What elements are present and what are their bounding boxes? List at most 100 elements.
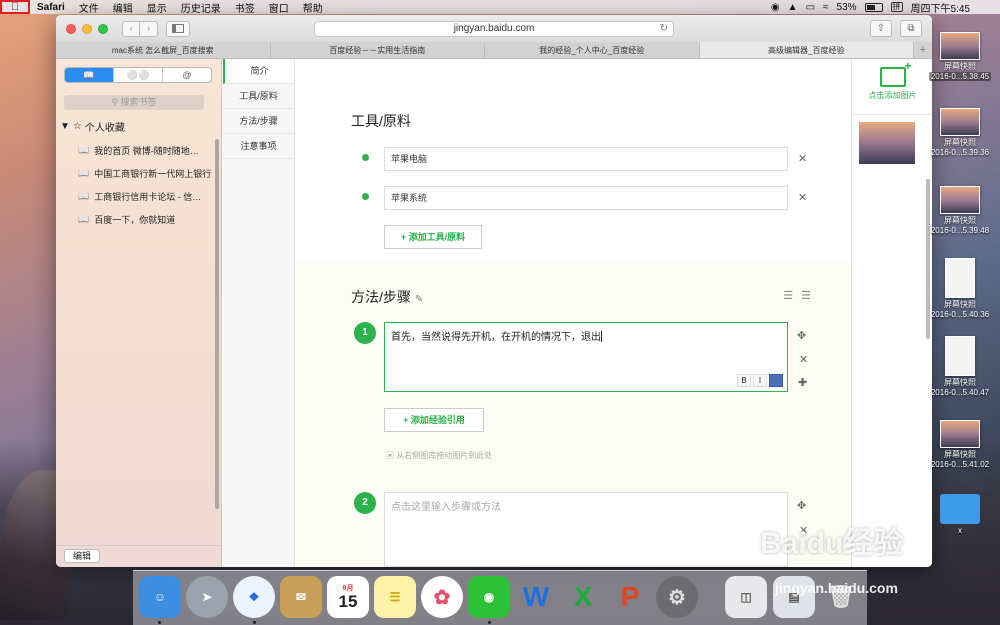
- format-toolbar: B I: [737, 374, 783, 387]
- tool-input[interactable]: 苹果电脑: [384, 147, 788, 171]
- italic-button[interactable]: I: [753, 374, 767, 387]
- powerpoint-icon[interactable]: P: [609, 576, 651, 618]
- desktop-screenshot-file[interactable]: 屏幕快照 2016-0...5.41.02: [928, 420, 992, 470]
- safari-icon[interactable]: ❖: [233, 576, 275, 618]
- image-library-pane: 点击添加图片: [851, 59, 932, 567]
- add-reference-button[interactable]: + 添加经验引用: [384, 408, 484, 432]
- nav-steps[interactable]: 方法/步骤: [223, 109, 294, 134]
- step-text-area[interactable]: 首先，当然说得先开机，在开机的情况下，退出 B I: [384, 322, 788, 392]
- notes-icon[interactable]: ☰: [374, 576, 416, 618]
- menu-bookmarks[interactable]: 书签: [228, 0, 262, 15]
- file-name: 屏幕快照: [944, 300, 976, 309]
- bookmark-label: 百度一下，你就知道: [94, 215, 176, 225]
- desktop-screenshot-file[interactable]: 屏幕快照 2016-0...5.39.36: [928, 108, 992, 158]
- clock[interactable]: 周四下午5:45: [911, 0, 970, 15]
- airplay-icon[interactable]: ▭: [806, 2, 815, 13]
- toggle-sidebar-button[interactable]: [166, 20, 190, 37]
- pencil-icon[interactable]: ✎: [415, 294, 423, 305]
- remove-tool-icon[interactable]: ✕: [798, 152, 807, 165]
- wechat-status-icon[interactable]: ◉: [771, 2, 780, 13]
- tab-advanced-editor[interactable]: 高级编辑器_百度经验: [699, 42, 914, 58]
- edit-bookmarks-button[interactable]: 编辑: [64, 549, 100, 563]
- mail-icon[interactable]: ✉: [280, 576, 322, 618]
- tab-jingyan-home[interactable]: 百度经验－－实用生活指南: [271, 42, 485, 58]
- add-image-button[interactable]: 点击添加图片: [852, 59, 932, 115]
- back-button[interactable]: ‹: [122, 20, 140, 37]
- nav-tools[interactable]: 工具/原料: [223, 84, 294, 109]
- nav-intro[interactable]: 简介: [223, 59, 294, 84]
- menu-edit[interactable]: 编辑: [106, 0, 140, 15]
- bookmark-item[interactable]: 📖 工商银行信用卡论坛 - 信…: [78, 190, 221, 203]
- desktop-screenshot-file[interactable]: 屏幕快照 2016-0...5.40.47: [928, 336, 992, 398]
- tool-bullet: [362, 193, 369, 200]
- close-window-button[interactable]: [66, 23, 76, 34]
- bookmarks-tab[interactable]: 📖: [65, 68, 114, 82]
- calendar-icon[interactable]: 9月 15: [327, 576, 369, 618]
- sidebar-icon: [172, 24, 184, 33]
- address-bar[interactable]: jingyan.baidu.com ↻: [314, 21, 674, 37]
- tab-my-experience[interactable]: 我的经验_个人中心_百度经验: [485, 42, 700, 58]
- excel-icon[interactable]: X: [562, 576, 604, 618]
- photos-icon[interactable]: ✿: [421, 576, 463, 618]
- menu-app-name[interactable]: Safari: [30, 2, 72, 13]
- menu-help[interactable]: 帮助: [296, 0, 330, 15]
- menu-window[interactable]: 窗口: [262, 0, 296, 15]
- menu-view[interactable]: 显示: [140, 0, 174, 15]
- bookmark-item[interactable]: 📖 中国工商银行新一代网上银行: [78, 167, 221, 180]
- reload-icon[interactable]: ↻: [660, 22, 668, 36]
- desktop-screenshot-file[interactable]: 屏幕快照 2016-0...5.39.48: [928, 186, 992, 236]
- input-method-icon[interactable]: 拼: [890, 2, 903, 12]
- steps-title-row: 方法/步骤 ✎: [351, 287, 423, 307]
- wechat-icon[interactable]: ◉: [468, 576, 510, 618]
- launchpad-icon[interactable]: ➤: [186, 576, 228, 618]
- finder-icon[interactable]: ☺: [139, 576, 181, 618]
- bold-button[interactable]: B: [737, 374, 751, 387]
- numbered-list-icon[interactable]: ☰: [783, 289, 793, 302]
- bookmark-item[interactable]: 📖 百度一下，你就知道: [78, 213, 221, 226]
- remove-tool-icon[interactable]: ✕: [798, 191, 807, 204]
- address-bar-url: jingyan.baidu.com: [453, 23, 535, 34]
- notification-icon[interactable]: ▲: [788, 2, 798, 13]
- reading-list-tab[interactable]: ⚪⚪: [114, 68, 163, 82]
- bookmark-item[interactable]: 📖 我的首页 微博-随时随地…: [78, 144, 221, 157]
- favorites-label: 个人收藏: [84, 123, 125, 134]
- shared-links-tab[interactable]: @: [163, 68, 211, 82]
- share-button[interactable]: ⇧: [870, 20, 892, 37]
- insert-image-icon[interactable]: [769, 374, 783, 387]
- nav-notes[interactable]: 注意事项: [223, 134, 294, 159]
- preview-document-icon[interactable]: ◫: [725, 576, 767, 618]
- bullet-list-icon[interactable]: ☰: [801, 289, 811, 302]
- zoom-window-button[interactable]: [98, 23, 108, 34]
- bookmark-book-icon: 📖: [78, 214, 90, 224]
- move-step-icon[interactable]: ✥: [797, 329, 806, 342]
- minimize-window-button[interactable]: [82, 23, 92, 34]
- bookmark-search-input[interactable]: ⚲ 搜索书签: [64, 95, 204, 110]
- tab-baidu-search[interactable]: mac系统 怎么截屏_百度搜索: [56, 42, 271, 58]
- remove-step-icon[interactable]: ✕: [799, 353, 808, 366]
- tool-input[interactable]: 苹果系统: [384, 186, 788, 210]
- wifi-icon[interactable]: ≈: [823, 2, 829, 13]
- desktop-screenshot-file[interactable]: 屏幕快照 2016-0...5.38.45: [928, 32, 992, 82]
- apple-menu-icon[interactable]: : [0, 0, 30, 14]
- add-step-icon[interactable]: ✚: [798, 376, 807, 389]
- word-icon[interactable]: W: [515, 576, 557, 618]
- desktop-folder[interactable]: x: [928, 494, 992, 536]
- bookmark-book-icon: 📖: [78, 168, 90, 178]
- star-icon: ☆: [72, 121, 82, 132]
- add-image-icon: [879, 59, 912, 87]
- desktop-screenshot-file[interactable]: 屏幕快照 2016-0...5.40.36: [928, 258, 992, 320]
- file-date: 2016-0...5.39.48: [930, 226, 990, 235]
- library-image-thumbnail[interactable]: [859, 122, 915, 164]
- forward-button[interactable]: ›: [140, 20, 158, 37]
- sidebar-scrollbar[interactable]: [215, 139, 219, 509]
- favorites-folder[interactable]: ▼ ☆ 个人收藏: [60, 119, 221, 134]
- show-tabs-button[interactable]: ⧉: [900, 20, 922, 37]
- menu-file[interactable]: 文件: [72, 0, 106, 15]
- menu-history[interactable]: 历史记录: [174, 0, 228, 15]
- battery-icon[interactable]: [864, 2, 883, 12]
- system-preferences-icon[interactable]: ⚙: [656, 576, 698, 618]
- step-text-area[interactable]: 点击这里输入步骤或方法: [384, 492, 788, 567]
- folder-icon: [940, 494, 980, 524]
- add-tool-button[interactable]: + 添加工具/原料: [384, 225, 482, 249]
- move-step-icon[interactable]: ✥: [797, 499, 806, 512]
